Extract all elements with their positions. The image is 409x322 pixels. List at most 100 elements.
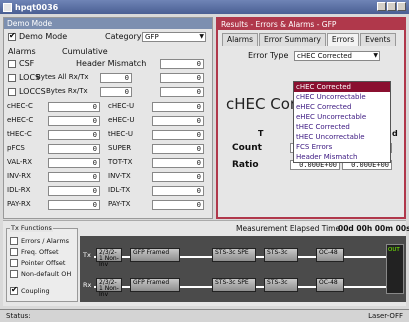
maximize-button[interactable] xyxy=(387,2,396,11)
errors-alarms-checkbox[interactable] xyxy=(10,237,18,245)
error-type-value: cHEC Corrected xyxy=(297,52,352,60)
dropdown-option[interactable]: FCS Errors xyxy=(294,142,390,152)
tab-error-summary[interactable]: Error Summary xyxy=(258,33,326,46)
cumulative-label: Cumulative xyxy=(62,47,108,56)
counter-label: VAL-RX xyxy=(7,158,33,166)
rx-label: Rx xyxy=(83,281,92,289)
rx-block[interactable]: 2/3/2-1 Non-Inv xyxy=(96,278,122,298)
counter-value: 0 xyxy=(152,130,204,140)
dropdown-option[interactable]: Header Mismatch xyxy=(294,152,390,162)
tx-functions-group: Tx Functions Errors / Alarms Freq. Offse… xyxy=(6,224,78,302)
counter-label: PAY-TX xyxy=(108,200,131,208)
coupling-checkbox[interactable] xyxy=(10,285,18,295)
counter-value: 0 xyxy=(152,172,204,182)
alarm-desc: Header Mismatch xyxy=(76,59,147,68)
result-title: cHEC Cor xyxy=(226,95,297,113)
counter-value: 0 xyxy=(152,200,204,210)
category-select[interactable]: GFP ▼ xyxy=(142,32,206,42)
results-panel: Results - Errors & Alarms - GFP Alarms E… xyxy=(216,17,406,219)
error-type-dropdown: cHEC Corrected cHEC Uncorrectable eHEC C… xyxy=(293,81,391,163)
counter-value: 0 xyxy=(48,186,100,196)
pointer-offset-checkbox[interactable] xyxy=(10,259,18,267)
error-type-select[interactable]: cHEC Corrected ▼ xyxy=(294,51,380,61)
minimize-button[interactable] xyxy=(377,2,386,11)
csf-checkbox[interactable] xyxy=(8,59,16,68)
elapsed-value: 00d 00h 00m 00s xyxy=(338,224,409,233)
error-type-label: Error Type xyxy=(248,51,289,60)
alarm-value: 0 xyxy=(100,87,132,97)
alarm-value-2: 0 xyxy=(160,73,204,83)
counter-label: IDL-TX xyxy=(108,186,131,194)
app-icon xyxy=(3,2,12,12)
tx-block[interactable]: 2/3/2-1 Non-Inv xyxy=(96,248,122,268)
counter-label: tHEC-U xyxy=(108,130,133,138)
loccs-checkbox[interactable] xyxy=(8,87,16,96)
laser-status: Laser-OFF xyxy=(368,312,403,320)
counter-value: 0 xyxy=(48,158,100,168)
window-titlebar: hpqt0036 xyxy=(0,0,409,14)
counter-value: 0 xyxy=(48,130,100,140)
signal-path-diagram: Tx Rx 2/3/2-1 Non-Inv GFP Framed STS-3c … xyxy=(80,236,406,302)
counter-label: cHEC-C xyxy=(7,102,33,110)
tx-function-label: Errors / Alarms xyxy=(21,237,70,245)
category-label: Category xyxy=(105,32,142,41)
ratio-label: Ratio xyxy=(232,160,259,170)
rx-block[interactable]: OC-48 xyxy=(316,278,344,292)
counter-value: 0 xyxy=(152,186,204,196)
coupling-label: Coupling xyxy=(21,287,50,295)
tx-block[interactable]: GFP Framed xyxy=(130,248,180,262)
column-hint-left: T xyxy=(258,129,264,138)
elapsed-label: Measurement Elapsed Time xyxy=(236,224,341,233)
count-label: Count xyxy=(232,143,262,153)
counter-label: tHEC-C xyxy=(7,130,32,138)
port-label: OUT xyxy=(388,247,400,253)
alarm-desc: Bytes All Rx/Tx xyxy=(36,73,89,81)
rx-block[interactable]: STS-3c SPE xyxy=(212,278,256,292)
tab-alarms[interactable]: Alarms xyxy=(222,33,258,46)
tx-functions-title: Tx Functions xyxy=(10,224,53,232)
chevron-down-icon: ▼ xyxy=(373,52,378,59)
tx-block[interactable]: STS-3c SPE xyxy=(212,248,256,262)
close-button[interactable] xyxy=(397,2,406,11)
tab-events[interactable]: Events xyxy=(360,33,396,46)
counter-value: 0 xyxy=(48,116,100,126)
tx-label: Tx xyxy=(83,251,91,259)
locs-checkbox[interactable] xyxy=(8,73,16,82)
tx-block[interactable]: OC-48 xyxy=(316,248,344,262)
counter-value: 0 xyxy=(48,200,100,210)
counter-label: TOT-TX xyxy=(108,158,133,166)
alarm-label: LOCCS xyxy=(19,87,46,96)
counter-label: INV-RX xyxy=(7,172,31,180)
dropdown-option[interactable]: cHEC Corrected xyxy=(294,82,390,92)
dropdown-option[interactable]: tHEC Corrected xyxy=(294,122,390,132)
results-tabs: Alarms Error Summary Errors Events xyxy=(222,33,397,46)
dropdown-option[interactable]: cHEC Uncorrectable xyxy=(294,92,390,102)
tx-block[interactable]: STS-3c xyxy=(264,248,298,262)
rx-block[interactable]: STS-3c xyxy=(264,278,298,292)
tx-function-label: Non-default OH xyxy=(21,270,72,278)
alarm-value: 0 xyxy=(100,73,132,83)
counter-value: 0 xyxy=(152,144,204,154)
demo-panel-header: Demo Mode xyxy=(4,18,212,29)
counter-label: eHEC-U xyxy=(108,116,135,124)
rx-block[interactable]: GFP Framed xyxy=(130,278,180,292)
demo-mode-label: Demo Mode xyxy=(19,32,68,41)
non-default-oh-checkbox[interactable] xyxy=(10,270,18,278)
counter-value: 0 xyxy=(152,102,204,112)
counter-value: 0 xyxy=(152,116,204,126)
status-label: Status: xyxy=(6,312,31,320)
dropdown-option[interactable]: eHEC Corrected xyxy=(294,102,390,112)
counter-label: INV-TX xyxy=(108,172,131,180)
demo-mode-checkbox[interactable] xyxy=(8,31,16,41)
dropdown-option[interactable]: eHEC Uncorrectable xyxy=(294,112,390,122)
port-connector: OUT xyxy=(386,244,404,294)
freq-offset-checkbox[interactable] xyxy=(10,248,18,256)
alarms-label: Alarms xyxy=(8,47,36,56)
alarm-label: CSF xyxy=(19,59,35,68)
alarm-value: 0 xyxy=(160,59,204,69)
counter-value: 0 xyxy=(48,172,100,182)
tab-errors[interactable]: Errors xyxy=(326,33,360,46)
counter-label: pFCS xyxy=(7,144,25,152)
category-value: GFP xyxy=(145,33,159,41)
dropdown-option[interactable]: tHEC Uncorrectable xyxy=(294,132,390,142)
